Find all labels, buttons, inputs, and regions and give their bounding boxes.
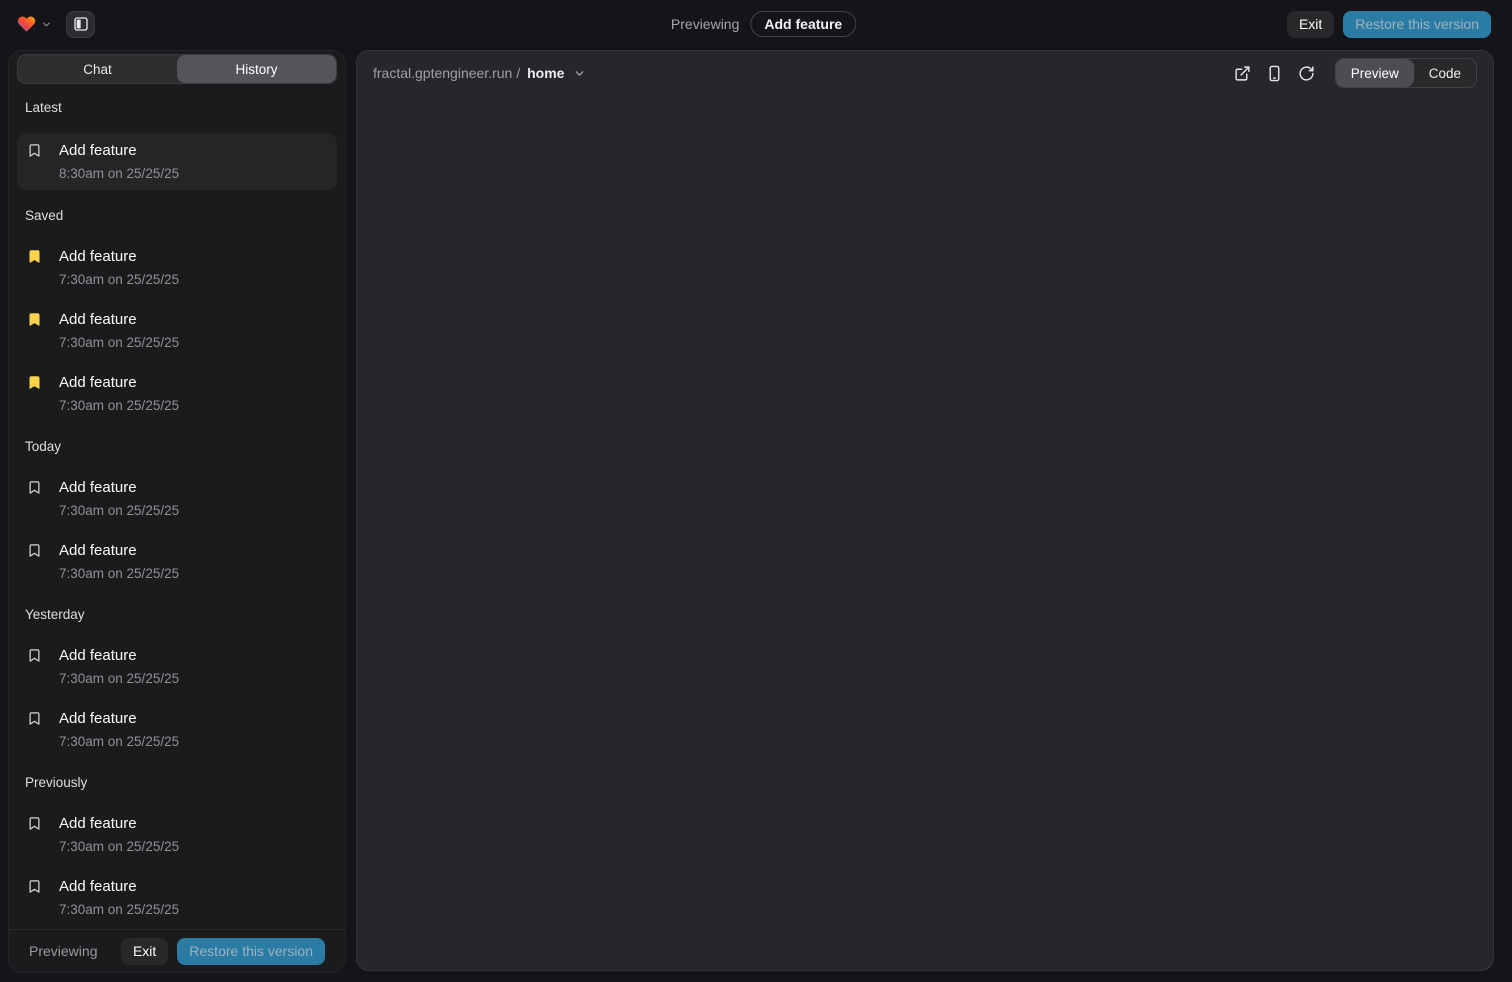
view-mode-switcher: Preview Code xyxy=(1335,58,1477,88)
history-item-title: Add feature xyxy=(59,142,179,159)
preview-url-prefix: fractal.gptengineer.run / xyxy=(373,65,520,81)
history-item-timestamp: 7:30am on 25/25/25 xyxy=(59,273,179,287)
history-item-timestamp: 7:30am on 25/25/25 xyxy=(59,399,179,413)
bookmark-filled-icon xyxy=(27,312,42,327)
history-item-timestamp: 7:30am on 25/25/25 xyxy=(59,903,179,917)
tab-history[interactable]: History xyxy=(177,55,336,83)
tab-code[interactable]: Code xyxy=(1414,59,1476,87)
bookmark-filled-icon xyxy=(27,375,42,390)
refresh-icon xyxy=(1298,65,1315,82)
open-in-new-tab-button[interactable] xyxy=(1231,61,1255,85)
history-item[interactable]: Add feature 7:30am on 25/25/25 xyxy=(17,248,337,287)
history-item[interactable]: Add feature 7:30am on 25/25/25 xyxy=(17,710,337,749)
previewing-label: Previewing xyxy=(671,16,739,32)
refresh-button[interactable] xyxy=(1295,61,1319,85)
history-item[interactable]: Add feature 7:30am on 25/25/25 xyxy=(17,374,337,413)
history-item-timestamp: 7:30am on 25/25/25 xyxy=(59,840,179,854)
version-pill[interactable]: Add feature xyxy=(750,11,856,37)
previewing-status: Previewing Add feature xyxy=(671,0,856,48)
preview-viewport[interactable] xyxy=(357,95,1493,970)
history-item-title: Add feature xyxy=(59,647,179,664)
preview-panel: fractal.gptengineer.run / home Preview C… xyxy=(356,50,1494,971)
bookmark-icon xyxy=(27,143,42,158)
sidebar-toggle-button[interactable] xyxy=(66,11,95,38)
exit-button[interactable]: Exit xyxy=(1287,11,1334,38)
history-item-title: Add feature xyxy=(59,374,179,391)
history-list: Latest Add feature 8:30am on 25/25/25 Sa… xyxy=(9,84,345,929)
history-item[interactable]: Add feature 7:30am on 25/25/25 xyxy=(17,311,337,350)
history-item[interactable]: Add feature 7:30am on 25/25/25 xyxy=(17,479,337,518)
bookmark-icon xyxy=(27,480,42,495)
section-header-yesterday: Yesterday xyxy=(17,607,337,623)
history-item-title: Add feature xyxy=(59,311,179,328)
tab-chat[interactable]: Chat xyxy=(18,55,177,83)
bookmark-icon xyxy=(27,648,42,663)
footer-previewing-label: Previewing xyxy=(29,943,97,959)
section-header-saved: Saved xyxy=(17,208,337,224)
history-item[interactable]: Add feature 7:30am on 25/25/25 xyxy=(17,647,337,686)
app-topbar: Previewing Add feature Exit Restore this… xyxy=(0,0,1512,48)
bookmark-icon xyxy=(27,543,42,558)
history-sidebar: Chat History Latest Add feature 8:30am o… xyxy=(8,50,346,973)
history-item-timestamp: 7:30am on 25/25/25 xyxy=(59,336,179,350)
external-link-icon xyxy=(1234,65,1251,82)
preview-topbar: fractal.gptengineer.run / home Preview C… xyxy=(357,51,1493,95)
history-item[interactable]: Add feature 8:30am on 25/25/25 xyxy=(17,133,337,190)
bookmark-icon xyxy=(27,816,42,831)
bookmark-icon xyxy=(27,879,42,894)
preview-url-page: home xyxy=(527,65,564,81)
history-item-timestamp: 7:30am on 25/25/25 xyxy=(59,567,179,581)
section-header-previously: Previously xyxy=(17,775,337,791)
section-header-today: Today xyxy=(17,439,337,455)
history-item[interactable]: Add feature 7:30am on 25/25/25 xyxy=(17,542,337,581)
history-item-timestamp: 7:30am on 25/25/25 xyxy=(59,735,179,749)
topbar-actions: Exit Restore this version xyxy=(1287,11,1491,38)
lovable-heart-logo xyxy=(16,14,37,34)
history-item-title: Add feature xyxy=(59,542,179,559)
history-item-title: Add feature xyxy=(59,878,179,895)
sidebar-tab-switcher: Chat History xyxy=(17,54,337,84)
history-item-title: Add feature xyxy=(59,815,179,832)
history-item[interactable]: Add feature 7:30am on 25/25/25 xyxy=(17,878,337,917)
mobile-view-button[interactable] xyxy=(1263,61,1287,85)
footer-exit-button[interactable]: Exit xyxy=(121,938,168,965)
panel-left-icon xyxy=(73,16,89,32)
history-item-title: Add feature xyxy=(59,479,179,496)
smartphone-icon xyxy=(1266,65,1283,82)
chevron-down-icon xyxy=(41,19,52,30)
app-logo-menu[interactable] xyxy=(16,14,52,34)
section-header-latest: Latest xyxy=(17,100,337,116)
bookmark-filled-icon xyxy=(27,249,42,264)
footer-restore-version-button[interactable]: Restore this version xyxy=(177,938,325,965)
history-item-timestamp: 7:30am on 25/25/25 xyxy=(59,504,179,518)
preview-actions: Preview Code xyxy=(1231,58,1477,88)
tab-preview[interactable]: Preview xyxy=(1336,59,1414,87)
history-item[interactable]: Add feature 7:30am on 25/25/25 xyxy=(17,815,337,854)
restore-version-button[interactable]: Restore this version xyxy=(1343,11,1491,38)
bookmark-icon xyxy=(27,711,42,726)
history-item-title: Add feature xyxy=(59,710,179,727)
sidebar-footer: Previewing Exit Restore this version xyxy=(9,929,345,972)
history-item-timestamp: 8:30am on 25/25/25 xyxy=(59,167,179,181)
history-item-timestamp: 7:30am on 25/25/25 xyxy=(59,672,179,686)
chevron-down-icon xyxy=(573,67,586,80)
preview-url-dropdown[interactable]: fractal.gptengineer.run / home xyxy=(373,65,586,81)
history-item-title: Add feature xyxy=(59,248,179,265)
